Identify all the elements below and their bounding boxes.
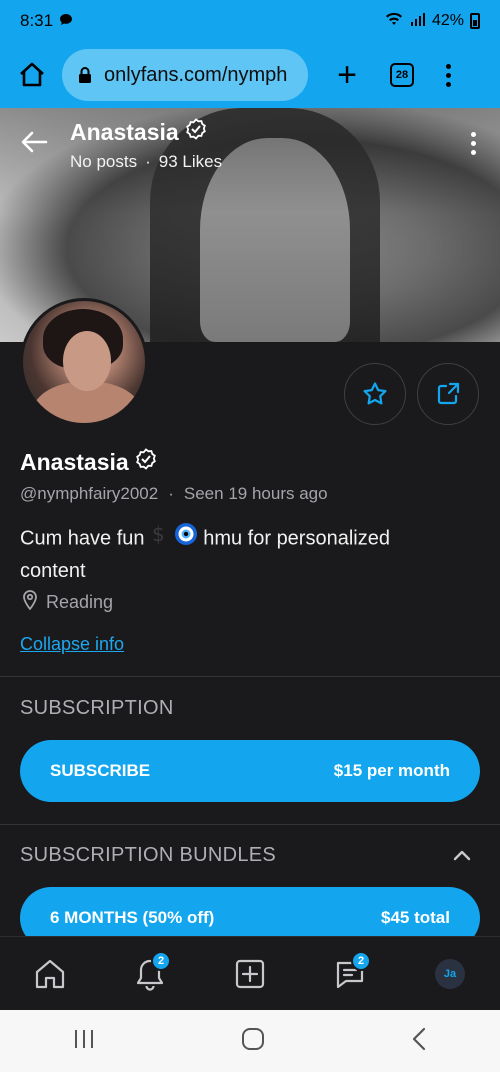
bundle-label: 6 MONTHS (50% off) — [50, 908, 215, 927]
new-tab-button[interactable]: + — [332, 58, 362, 92]
star-icon — [363, 382, 387, 405]
user-avatar-initials: Ja — [435, 958, 465, 989]
cover-header: Anastasia No posts · 93 Likes — [20, 118, 222, 172]
meta-separator: · — [145, 152, 151, 171]
messages-badge: 2 — [351, 950, 371, 971]
chevron-up-icon — [453, 850, 471, 861]
system-home-button[interactable] — [241, 1027, 265, 1056]
recent-apps-icon — [75, 1029, 94, 1048]
system-navigation-bar — [0, 1010, 500, 1072]
nav-home[interactable] — [25, 949, 75, 999]
favorite-button[interactable] — [344, 363, 406, 425]
last-seen: Seen 19 hours ago — [183, 484, 328, 503]
profile-name: Anastasia — [20, 448, 129, 475]
status-bar: 8:31 42% — [0, 0, 500, 42]
location-text: Reading — [46, 592, 114, 612]
subscribe-price: $15 per month — [333, 761, 450, 780]
cover-posts: No posts — [70, 152, 138, 171]
meta-separator: · — [168, 484, 174, 503]
nazar-amulet-icon — [174, 522, 198, 556]
avatar[interactable] — [20, 298, 148, 426]
divider — [0, 676, 500, 677]
subscription-heading: SUBSCRIPTION — [20, 697, 174, 719]
chevron-left-icon — [412, 1027, 425, 1050]
address-bar[interactable]: onlyfans.com/nymph — [62, 49, 308, 101]
location: Reading — [22, 590, 113, 615]
nav-messages[interactable]: 2 — [325, 949, 375, 999]
notifications-badge: 2 — [151, 950, 171, 971]
profile-bio: Cum have fun $ hmu for personalized cont… — [20, 522, 460, 587]
browser-menu-button[interactable] — [446, 63, 451, 87]
home-icon — [20, 62, 44, 87]
subscribe-label: SUBSCRIBE — [50, 761, 151, 780]
subscribe-button[interactable]: SUBSCRIBE $15 per month — [20, 740, 480, 802]
recent-apps-button[interactable] — [72, 1028, 96, 1055]
home-button[interactable] — [12, 55, 52, 95]
home-icon — [35, 959, 65, 988]
url-text: onlyfans.com/nymph — [104, 63, 288, 86]
share-icon — [437, 382, 460, 405]
bio-text-start: Cum have fun — [20, 527, 145, 550]
bundle-price: $45 total — [381, 908, 450, 927]
profile-meta: @nymphfairy2002 · Seen 19 hours ago — [20, 484, 328, 504]
divider — [0, 824, 500, 825]
profile-name-row: Anastasia — [20, 448, 157, 476]
share-button[interactable] — [417, 363, 479, 425]
collapse-info-link[interactable]: Collapse info — [20, 634, 124, 655]
profile-handle: @nymphfairy2002 — [20, 484, 159, 503]
browser-toolbar: onlyfans.com/nymph + 28 — [0, 42, 500, 108]
bundles-heading: SUBSCRIPTION BUNDLES — [20, 844, 277, 866]
location-pin-icon — [22, 590, 38, 615]
battery-percent: 42% — [431, 12, 464, 29]
lock-icon — [76, 66, 94, 84]
battery-icon — [470, 13, 480, 29]
nav-add-post[interactable] — [225, 949, 275, 999]
nav-account[interactable]: Ja — [425, 949, 475, 999]
status-time: 8:31 — [20, 11, 54, 30]
circle-home-icon — [241, 1027, 264, 1050]
dollar-icon: $ — [150, 522, 168, 555]
system-back-button[interactable] — [410, 1027, 428, 1056]
svg-text:$: $ — [152, 523, 165, 545]
profile-more-button[interactable] — [471, 132, 476, 155]
arrow-left-icon — [21, 131, 48, 153]
nav-notifications[interactable]: 2 — [125, 949, 175, 999]
verified-icon — [185, 118, 207, 146]
signal-icon — [410, 12, 426, 31]
cover-name: Anastasia — [70, 118, 179, 145]
wifi-icon — [384, 11, 404, 32]
verified-icon — [135, 448, 157, 476]
message-notification-icon — [59, 13, 73, 29]
bottom-navigation: 2 2 Ja — [0, 936, 500, 1010]
tab-switcher-button[interactable]: 28 — [390, 63, 414, 87]
add-post-icon — [235, 959, 265, 988]
back-button[interactable] — [20, 130, 50, 160]
cover-likes: 93 Likes — [158, 152, 223, 171]
collapse-bundles-button[interactable] — [452, 846, 472, 866]
